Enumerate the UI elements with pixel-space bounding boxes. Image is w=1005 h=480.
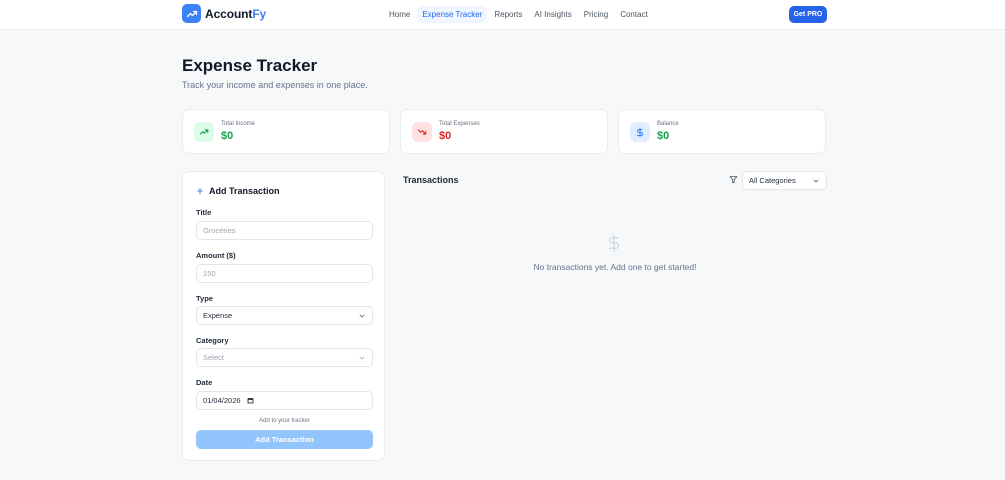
category-filter-value: All Categories: [749, 176, 796, 185]
nav-ai-insights[interactable]: AI Insights: [529, 6, 576, 23]
form-hint: Add to your tracker: [259, 418, 310, 424]
trending-down-icon: [412, 122, 432, 142]
nav-home[interactable]: Home: [384, 6, 415, 23]
logo-text: AccountFy: [205, 7, 266, 21]
calendar-icon[interactable]: [247, 397, 254, 404]
balance-label: Balance: [657, 121, 679, 127]
type-select[interactable]: Expense: [196, 306, 373, 325]
title-input[interactable]: Groceries: [196, 221, 373, 240]
category-select-value: Select: [203, 353, 224, 362]
chevron-down-icon: [359, 314, 365, 318]
title-label: Title: [196, 208, 212, 217]
form-heading: Add Transaction: [196, 186, 280, 196]
dollar-icon: [630, 122, 650, 142]
filter-icon: [729, 176, 738, 184]
empty-transactions-message: No transactions yet. Add one to get star…: [533, 262, 697, 272]
page-title: Expense Tracker: [182, 56, 318, 75]
get-pro-button[interactable]: Get PRO: [789, 6, 827, 23]
nav-contact[interactable]: Contact: [615, 6, 653, 23]
date-input-value: 01/04/2026: [203, 396, 241, 405]
nav-pricing[interactable]: Pricing: [579, 6, 613, 23]
category-label: Category: [196, 336, 229, 345]
top-navbar: AccountFy Home Expense Tracker Reports A…: [0, 0, 1005, 30]
logo-text-accent: Fy: [252, 6, 267, 21]
total-income-label: Total Income: [221, 121, 256, 127]
nav-reports[interactable]: Reports: [489, 6, 527, 23]
total-income-card: Total Income $0: [182, 109, 390, 154]
page-subtitle: Track your income and expenses in one pl…: [182, 80, 368, 90]
empty-dollar-icon: [608, 234, 620, 252]
type-select-value: Expense: [203, 311, 233, 320]
category-filter-select[interactable]: All Categories: [742, 171, 827, 190]
main-nav: Home Expense Tracker Reports AI Insights…: [384, 6, 653, 23]
date-label: Date: [196, 378, 213, 387]
balance-value: $0: [657, 130, 670, 142]
type-label: Type: [196, 294, 213, 303]
logo-trend-icon: [182, 4, 201, 23]
category-select[interactable]: Select: [196, 348, 373, 367]
chevron-down-icon: [359, 356, 365, 360]
transactions-title: Transactions: [403, 175, 459, 185]
chevron-down-icon: [813, 179, 819, 183]
trending-up-icon: [194, 122, 214, 142]
total-expenses-card: Total Expenses $0: [400, 109, 608, 154]
total-expenses-value: $0: [439, 130, 452, 142]
nav-expense-tracker[interactable]: Expense Tracker: [417, 6, 488, 23]
logo-text-main: Account: [205, 6, 253, 21]
add-transaction-button[interactable]: Add Transaction: [196, 430, 373, 449]
amount-input[interactable]: 150: [196, 264, 373, 283]
date-input[interactable]: 01/04/2026: [196, 391, 373, 410]
amount-label: Amount ($): [196, 251, 236, 260]
balance-card: Balance $0: [618, 109, 826, 154]
form-heading-text: Add Transaction: [209, 186, 280, 196]
logo[interactable]: AccountFy: [182, 4, 266, 23]
plus-icon: [196, 187, 204, 195]
total-income-value: $0: [221, 130, 234, 142]
total-expenses-label: Total Expenses: [439, 121, 480, 127]
add-transaction-card: Add Transaction Title Groceries Amount (…: [182, 171, 385, 461]
